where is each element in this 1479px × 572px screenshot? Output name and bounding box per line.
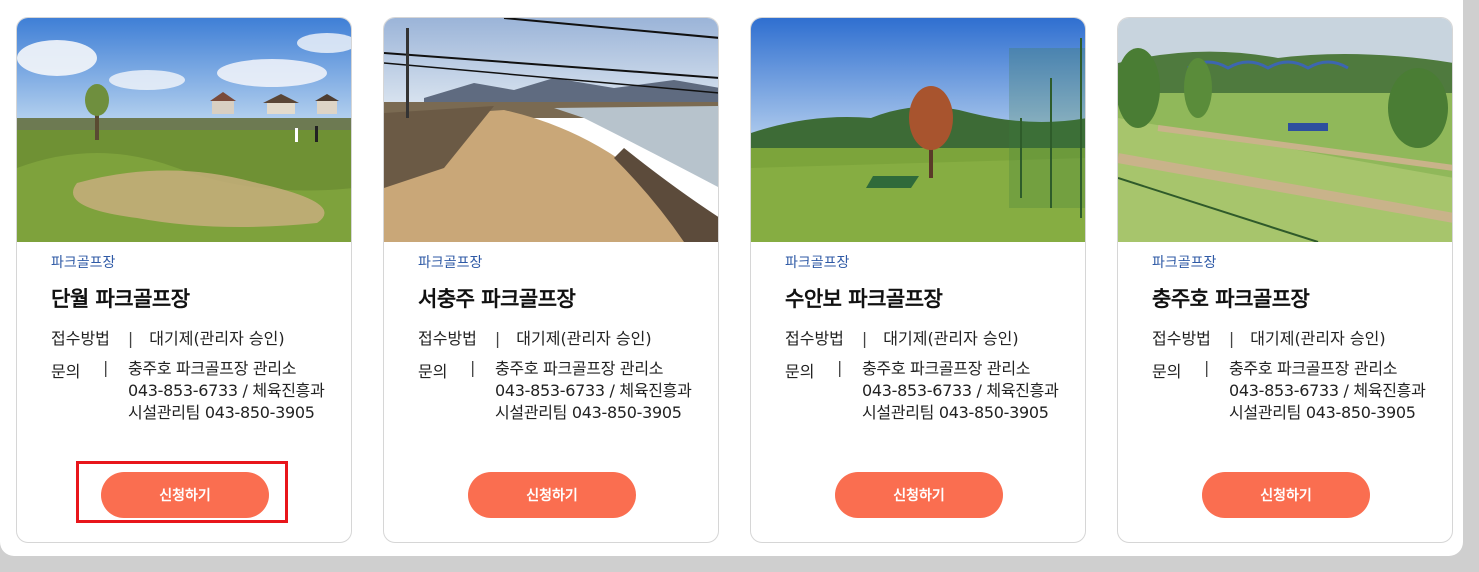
contact-label: 문의 [1152, 362, 1182, 381]
contact-value: 충주호 파크골프장 관리소 043-853-6733 / 체육진흥과 시설관리팀… [128, 359, 325, 422]
facility-card-seochungju: 파크골프장 서충주 파크골프장 접수방법 | 대기제(관리자 승인) 문의 | 충주… [383, 17, 719, 543]
divider: | [861, 329, 868, 348]
divider: | [1228, 329, 1235, 348]
reception-method-label: 접수방법 [418, 329, 477, 348]
reception-method-row: 접수방법 | 대기제(관리자 승인) [51, 325, 285, 349]
reception-method-row: 접수방법 | 대기제(관리자 승인) [785, 325, 1019, 349]
facility-photo [384, 18, 718, 242]
reception-method-value: 대기제(관리자 승인) [149, 329, 285, 348]
facility-category: 파크골프장 [51, 255, 116, 271]
facility-title: 수안보 파크골프장 [785, 287, 943, 311]
reception-method-value: 대기제(관리자 승인) [1250, 329, 1386, 348]
facility-category: 파크골프장 [418, 255, 483, 271]
divider: | [1204, 358, 1210, 377]
contact-label: 문의 [51, 362, 81, 381]
contact-value: 충주호 파크골프장 관리소 043-853-6733 / 체육진흥과 시설관리팀… [495, 359, 692, 422]
facility-photo [1118, 18, 1452, 242]
divider: | [127, 329, 134, 348]
reception-method-label: 접수방법 [785, 329, 844, 348]
apply-button[interactable]: 신청하기 [835, 472, 1003, 518]
contact-label: 문의 [418, 362, 448, 381]
divider: | [103, 358, 109, 377]
facility-category: 파크골프장 [1152, 255, 1217, 271]
divider: | [837, 358, 843, 377]
highlight-box [76, 461, 288, 523]
reception-method-value: 대기제(관리자 승인) [516, 329, 652, 348]
contact-label: 문의 [785, 362, 815, 381]
facility-category: 파크골프장 [785, 255, 850, 271]
contact-value: 충주호 파크골프장 관리소 043-853-6733 / 체육진흥과 시설관리팀… [1229, 359, 1426, 422]
reception-method-row: 접수방법 | 대기제(관리자 승인) [1152, 325, 1386, 349]
divider: | [494, 329, 501, 348]
reception-method-row: 접수방법 | 대기제(관리자 승인) [418, 325, 652, 349]
facility-card-list: 파크골프장 단월 파크골프장 접수방법 | 대기제(관리자 승인) 문의 | 충주호… [0, 0, 1463, 556]
facility-card-chungjuho: 파크골프장 충주호 파크골프장 접수방법 | 대기제(관리자 승인) 문의 | 충주… [1117, 17, 1453, 543]
contact-value: 충주호 파크골프장 관리소 043-853-6733 / 체육진흥과 시설관리팀… [862, 359, 1059, 422]
facility-card-suanbo: 파크골프장 수안보 파크골프장 접수방법 | 대기제(관리자 승인) 문의 | 충주… [750, 17, 1086, 543]
divider: | [470, 358, 476, 377]
facility-title: 충주호 파크골프장 [1152, 287, 1310, 311]
facility-title: 단월 파크골프장 [51, 287, 190, 311]
facility-title: 서충주 파크골프장 [418, 287, 576, 311]
reception-method-value: 대기제(관리자 승인) [883, 329, 1019, 348]
facility-photo [17, 18, 351, 242]
facility-photo [751, 18, 1085, 242]
reception-method-label: 접수방법 [51, 329, 110, 348]
apply-button[interactable]: 신청하기 [468, 472, 636, 518]
apply-button[interactable]: 신청하기 [1202, 472, 1370, 518]
reception-method-label: 접수방법 [1152, 329, 1211, 348]
